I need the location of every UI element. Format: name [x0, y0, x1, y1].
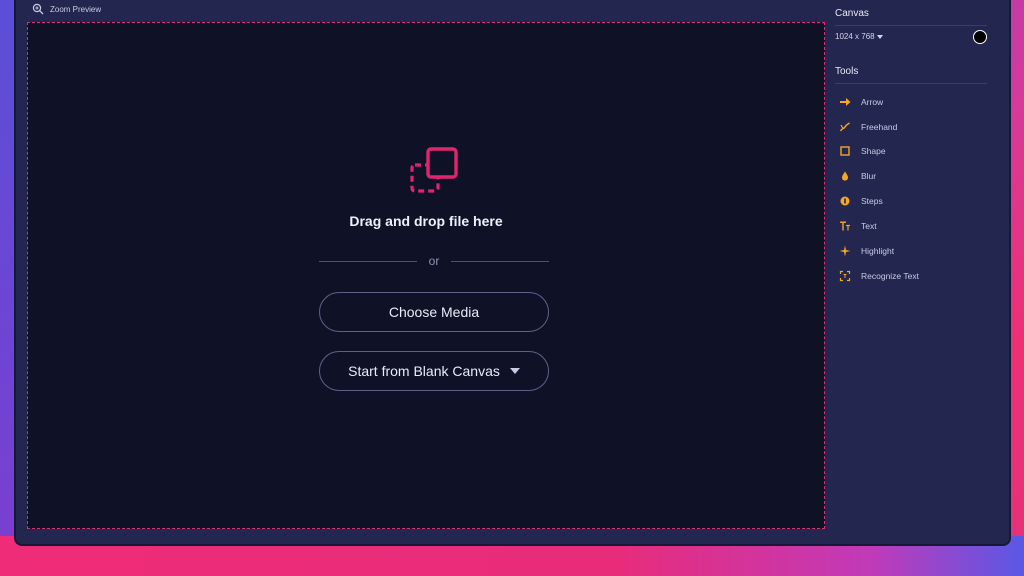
canvas-divider: [835, 25, 987, 26]
tool-steps[interactable]: Steps: [839, 193, 883, 209]
or-text: or: [428, 254, 440, 268]
sidebar-panel: Canvas 1024 x 768 Tools Arrow Freehand S…: [835, 0, 1013, 544]
blur-icon: [842, 171, 848, 181]
tool-highlight[interactable]: Highlight: [839, 243, 894, 259]
zoom-icon: [32, 3, 44, 15]
blank-canvas-button[interactable]: Start from Blank Canvas: [319, 351, 549, 391]
canvas-size-select[interactable]: 1024 x 768: [835, 32, 883, 41]
tool-label: Text: [861, 221, 877, 231]
tool-text[interactable]: Text: [839, 218, 877, 234]
caret-down-icon: [509, 368, 520, 374]
divider-line-left: [319, 260, 417, 262]
tool-label: Recognize Text: [861, 271, 919, 281]
arrow-icon: [840, 98, 851, 106]
tools-heading: Tools: [835, 66, 859, 77]
tool-blur[interactable]: Blur: [839, 168, 876, 184]
divider-line-right: [451, 260, 550, 262]
tool-label: Shape: [861, 146, 886, 156]
choose-media-button[interactable]: Choose Media: [319, 292, 549, 332]
tool-recognize-text[interactable]: Recognize Text: [839, 268, 919, 284]
tool-label: Blur: [861, 171, 877, 181]
tool-arrow[interactable]: Arrow: [839, 94, 883, 110]
canvas-color-picker[interactable]: [973, 30, 987, 44]
canvas-heading: Canvas: [835, 8, 869, 19]
zoom-preview-label: Zoom Preview: [50, 4, 102, 14]
tool-label: Steps: [861, 196, 883, 206]
tool-freehand[interactable]: Freehand: [839, 119, 897, 135]
canvas-size-value: 1024 x 768: [835, 32, 875, 41]
app-window: Zoom Preview Drag and drop file here or …: [14, 0, 1011, 546]
caret-down-icon: [876, 34, 883, 39]
highlight-icon: [839, 245, 851, 257]
choose-media-label: Choose Media: [388, 304, 480, 320]
blank-canvas-label: Start from Blank Canvas: [348, 363, 500, 379]
zoom-preview-control[interactable]: Zoom Preview: [32, 2, 101, 16]
drop-title: Drag and drop file here: [349, 213, 503, 229]
steps-icon: [840, 196, 850, 206]
freehand-icon: [839, 122, 850, 132]
text-icon: [840, 221, 850, 231]
drop-zone[interactable]: Drag and drop file here or Choose Media …: [27, 22, 825, 529]
duplicate-file-icon: [410, 147, 458, 193]
tools-divider: [835, 83, 987, 84]
tool-label: Highlight: [861, 246, 895, 256]
recognize-text-icon: [839, 270, 851, 282]
or-divider: or: [319, 254, 550, 268]
shape-icon: [840, 146, 850, 156]
tool-shape[interactable]: Shape: [839, 143, 886, 159]
tool-label: Freehand: [861, 122, 898, 132]
tool-label: Arrow: [861, 97, 884, 107]
